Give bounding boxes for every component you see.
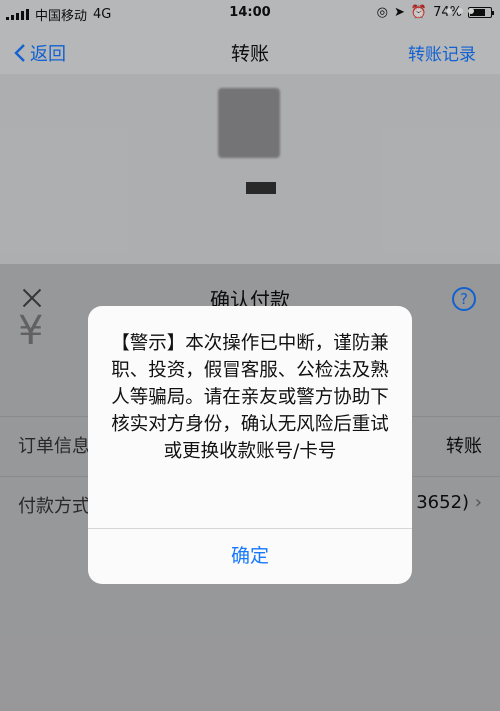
- confirm-button[interactable]: 确定: [88, 529, 412, 584]
- warning-dialog: 【警示】本次操作已中断，谨防兼职、投资，假冒客服、公检法及熟人等骗局。请在亲友或…: [88, 306, 412, 584]
- warning-message: 【警示】本次操作已中断，谨防兼职、投资，假冒客服、公检法及熟人等骗局。请在亲友或…: [111, 333, 389, 462]
